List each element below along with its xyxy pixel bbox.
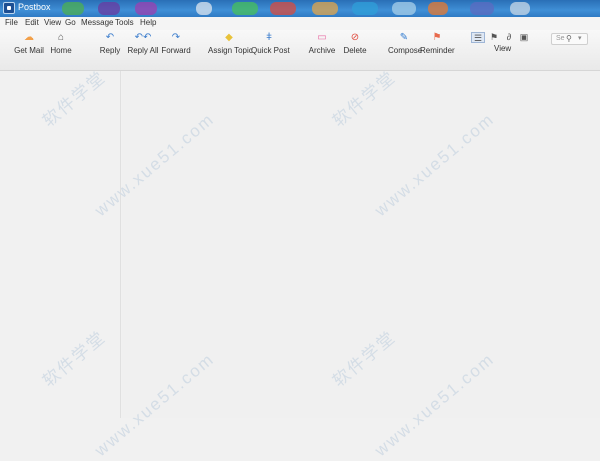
taskbar-app-icon[interactable] xyxy=(312,2,338,15)
taskbar-app-icon[interactable] xyxy=(470,2,494,15)
taskbar-app-icon[interactable] xyxy=(352,2,378,15)
menu-bar: File Edit View Go Message Tools Help xyxy=(0,17,600,30)
menu-message[interactable]: Message xyxy=(81,18,113,27)
view-toggle-group: ☰ ⚑ ∂ ▣ xyxy=(470,32,532,44)
toolbar: ☁ Get Mail ⌂ Home ↶ Reply ↶↶ Reply All ↷… xyxy=(0,30,600,71)
search-icon[interactable]: ⚲ xyxy=(566,34,572,43)
delete-icon: ⊘ xyxy=(350,32,360,43)
window-title: Postbox xyxy=(18,2,51,12)
title-bar: Postbox xyxy=(0,0,600,17)
delete-button[interactable]: ⊘ Delete xyxy=(342,32,368,60)
flag-filter-icon[interactable]: ⚑ xyxy=(488,32,500,43)
reminder-button[interactable]: ⚑ Reminder xyxy=(420,32,455,60)
taskbar-app-icon[interactable] xyxy=(392,2,416,15)
taskbar-app-icon[interactable] xyxy=(135,2,157,15)
get-mail-icon: ☁ xyxy=(24,32,34,43)
quick-post-button[interactable]: ǂ Quick Post xyxy=(251,32,290,60)
folder-pane[interactable] xyxy=(0,71,121,418)
reply-icon: ↶ xyxy=(105,32,115,43)
home-button[interactable]: ⌂ Home xyxy=(48,32,74,60)
attachment-icon[interactable]: ∂ xyxy=(503,32,515,43)
compose-button[interactable]: ✎ Compose xyxy=(388,32,422,60)
view-label: View xyxy=(494,44,512,53)
taskbar-app-icon[interactable] xyxy=(510,2,530,15)
get-mail-button[interactable]: ☁ Get Mail xyxy=(12,32,46,60)
chevron-down-icon[interactable]: ▾ xyxy=(578,34,582,42)
reply-button[interactable]: ↶ Reply xyxy=(99,32,121,60)
forward-button[interactable]: ↷ Forward xyxy=(161,32,191,60)
forward-icon: ↷ xyxy=(171,32,181,43)
archive-button[interactable]: ▭ Archive xyxy=(308,32,336,60)
taskbar-app-icon[interactable] xyxy=(428,2,448,15)
taskbar-app-icon[interactable] xyxy=(98,2,120,15)
taskbar-app-icon[interactable] xyxy=(196,2,212,15)
tag-icon: ◆ xyxy=(225,32,233,43)
reply-all-icon: ↶↶ xyxy=(134,32,152,43)
quick-post-icon: ǂ xyxy=(266,32,272,43)
taskbar-app-icon[interactable] xyxy=(62,2,84,15)
menu-go[interactable]: Go xyxy=(65,18,76,27)
message-pane[interactable] xyxy=(122,71,600,418)
compose-icon: ✎ xyxy=(399,32,409,43)
app-logo-icon xyxy=(3,2,15,14)
menu-file[interactable]: File xyxy=(5,18,18,27)
reply-all-button[interactable]: ↶↶ Reply All xyxy=(127,32,159,60)
assign-topic-button[interactable]: ◆ Assign Topic xyxy=(208,32,253,60)
menu-edit[interactable]: Edit xyxy=(25,18,39,27)
home-icon: ⌂ xyxy=(57,32,65,43)
menu-view[interactable]: View xyxy=(44,18,61,27)
flag-icon: ⚑ xyxy=(432,32,442,43)
taskbar-app-icon[interactable] xyxy=(270,2,296,15)
taskbar-app-icon[interactable] xyxy=(232,2,258,15)
menu-tools[interactable]: Tools xyxy=(115,18,134,27)
image-icon[interactable]: ▣ xyxy=(518,32,530,43)
archive-icon: ▭ xyxy=(317,32,327,43)
list-view-icon[interactable]: ☰ xyxy=(471,32,485,43)
menu-help[interactable]: Help xyxy=(140,18,156,27)
